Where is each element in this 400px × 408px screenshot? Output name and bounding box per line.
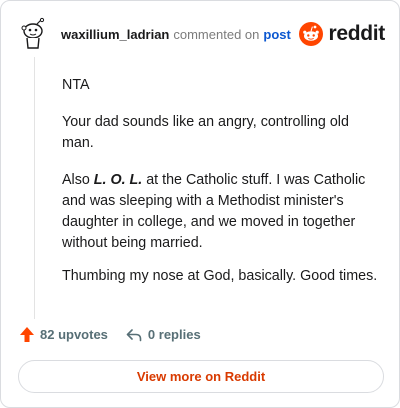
comment-body: NTA Your dad sounds like an angry, contr… [62, 75, 382, 303]
comment-paragraph: Also L. O. L. at the Catholic stuff. I w… [62, 170, 382, 254]
reddit-snoo-icon [299, 22, 324, 46]
snoo-avatar-icon [21, 17, 45, 49]
thread-line [34, 57, 35, 319]
comment-paragraph: Your dad sounds like an angry, controlli… [62, 114, 349, 151]
reddit-comment-embed: waxillium_ladrian commented on post redd… [0, 0, 400, 408]
avatar[interactable] [19, 17, 49, 51]
comment-meta: waxillium_ladrian commented on post [61, 27, 291, 42]
username[interactable]: waxillium_ladrian [61, 27, 169, 42]
comment-header: waxillium_ladrian commented on post redd… [19, 17, 385, 51]
comment-paragraph: NTA [62, 77, 90, 93]
upvote-arrow-icon [20, 327, 34, 342]
comment-text: Also [62, 172, 94, 188]
replies-button[interactable]: 0 replies [126, 327, 201, 342]
action-text: commented on [173, 26, 260, 42]
reply-count: 0 replies [147, 327, 201, 342]
comment-paragraph: Thumbing my nose at God, basically. Good… [62, 268, 378, 284]
post-link[interactable]: post [263, 27, 290, 42]
comment-emphasis: L. O. L. [93, 172, 143, 188]
upvote-button[interactable]: 82 upvotes [19, 326, 108, 343]
view-more-button[interactable]: View more on Reddit [18, 360, 384, 393]
reddit-logo[interactable]: reddit [299, 22, 385, 46]
comment-footer: 82 upvotes 0 replies [19, 326, 201, 343]
reply-arrow-icon [126, 328, 142, 341]
upvote-count: 82 upvotes [40, 327, 108, 342]
brand-name: reddit [328, 22, 385, 45]
